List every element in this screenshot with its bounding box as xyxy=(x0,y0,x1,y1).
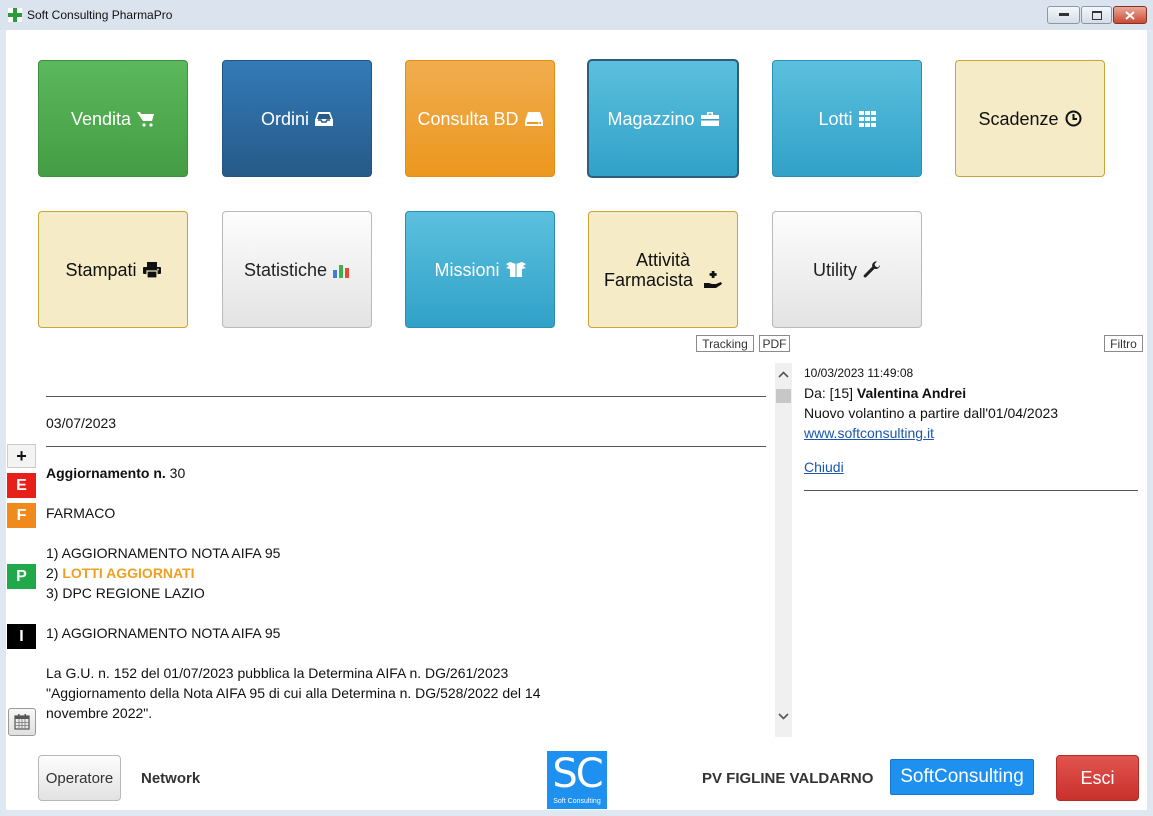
tile-missioni[interactable]: Missioni xyxy=(405,211,555,328)
calendar-icon xyxy=(14,714,30,730)
message-from-label: Da: [15] xyxy=(804,385,854,401)
news-detail-title: 1) AGGIORNAMENTO NOTA AIFA 95 xyxy=(46,625,281,641)
app-logo-icon xyxy=(8,8,22,22)
chevron-down-icon xyxy=(778,712,789,720)
logo-text: SC xyxy=(552,751,603,797)
tile-label: Ordini xyxy=(260,108,309,129)
news-body-line: "Aggiornamento della Nota AIFA 95 di cui… xyxy=(46,685,541,701)
message-close-link[interactable]: Chiudi xyxy=(804,459,844,475)
news-body-line: novembre 2022". xyxy=(46,705,153,721)
news-item-text: AGGIORNAMENTO NOTA AIFA 95 xyxy=(61,545,281,561)
message-sender: Da: [15] Valentina Andrei xyxy=(804,385,966,401)
minimize-icon xyxy=(1058,13,1069,16)
update-number: 30 xyxy=(169,465,186,481)
tile-magazzino[interactable]: Magazzino xyxy=(587,59,739,178)
filtro-button[interactable]: Filtro xyxy=(1104,335,1143,352)
clock-icon xyxy=(1065,110,1082,127)
divider xyxy=(804,490,1138,491)
news-item: 2) LOTTI AGGIORNATI xyxy=(46,565,195,581)
hdd-icon xyxy=(524,111,543,126)
soft-consulting-logo: SC Soft Consulting xyxy=(547,751,607,809)
message-text: Nuovo volantino a partire dall'01/04/202… xyxy=(804,405,1059,421)
divider xyxy=(46,446,766,447)
operatore-button[interactable]: Operatore xyxy=(38,755,121,801)
grid-icon xyxy=(858,110,876,127)
scroll-down-button[interactable] xyxy=(775,707,792,725)
divider xyxy=(46,396,766,397)
maximize-button[interactable] xyxy=(1081,6,1112,24)
badge-p[interactable]: P xyxy=(7,564,36,589)
box-open-icon xyxy=(505,262,526,277)
message-from-name: Valentina Andrei xyxy=(856,385,967,401)
news-item-num: 2) xyxy=(46,565,59,581)
news-item-num: 3) xyxy=(46,585,59,601)
hand-holding-medical-icon xyxy=(704,270,723,288)
bar-chart-icon xyxy=(333,264,350,278)
network-label: Network xyxy=(141,770,201,787)
tile-label: Lotti xyxy=(818,108,853,129)
message-timestamp: 10/03/2023 11:49:08 xyxy=(804,366,914,380)
news-item-text-highlight: LOTTI AGGIORNATI xyxy=(62,565,195,581)
expand-button[interactable]: + xyxy=(7,444,36,468)
update-label: Aggiornamento n. xyxy=(46,465,166,481)
news-item: 1) AGGIORNAMENTO NOTA AIFA 95 xyxy=(46,545,280,561)
cart-icon xyxy=(137,111,155,127)
calendar-button[interactable] xyxy=(8,708,36,736)
scroll-thumb[interactable] xyxy=(776,389,791,403)
tile-label-line1: Attività xyxy=(635,249,691,270)
badge-f[interactable]: F xyxy=(7,503,36,528)
tile-label: Scadenze xyxy=(978,108,1059,129)
softconsulting-button[interactable]: SoftConsulting xyxy=(890,759,1034,795)
close-window-button[interactable] xyxy=(1113,6,1147,24)
news-item-num: 1) xyxy=(46,545,59,561)
badge-e[interactable]: E xyxy=(7,473,36,498)
wrench-icon xyxy=(863,260,880,277)
tile-label: Magazzino xyxy=(607,108,695,129)
inbox-icon xyxy=(315,111,333,126)
tile-consulta-bd[interactable]: Consulta BD xyxy=(405,60,555,177)
close-icon xyxy=(1125,10,1135,20)
pdf-button[interactable]: PDF xyxy=(759,335,790,352)
pv-label: PV FIGLINE VALDARNO xyxy=(702,770,874,787)
tile-vendita[interactable]: Vendita xyxy=(38,60,188,177)
tile-lotti[interactable]: Lotti xyxy=(772,60,922,177)
print-icon xyxy=(142,261,161,278)
tile-label: Statistiche xyxy=(243,259,328,280)
briefcase-icon xyxy=(700,111,719,126)
scroll-up-button[interactable] xyxy=(775,365,792,383)
tile-label: Vendita xyxy=(70,108,132,129)
tile-attivita-farmacista[interactable]: Attività Farmacista xyxy=(588,211,738,328)
tile-label: Utility xyxy=(813,259,857,280)
news-body-line: La G.U. n. 152 del 01/07/2023 pubblica l… xyxy=(46,665,509,681)
chevron-up-icon xyxy=(778,370,789,378)
logo-subtext: Soft Consulting xyxy=(553,798,601,805)
message-link[interactable]: www.softconsulting.it xyxy=(804,425,934,441)
tile-utility[interactable]: Utility xyxy=(772,211,922,328)
esci-button[interactable]: Esci xyxy=(1056,755,1139,801)
tile-label: Stampati xyxy=(65,259,137,280)
tile-label: Consulta BD xyxy=(417,108,519,129)
tile-label-line2: Farmacista xyxy=(603,269,693,290)
tile-label: Attività Farmacista xyxy=(603,249,723,290)
maximize-icon xyxy=(1091,10,1102,20)
news-date: 03/07/2023 xyxy=(46,415,117,431)
news-section: FARMACO xyxy=(46,505,116,521)
badge-i[interactable]: I xyxy=(7,624,36,649)
title-bar: Soft Consulting PharmaPro xyxy=(0,0,1153,30)
tile-label-line2-wrap: Farmacista xyxy=(603,269,723,290)
minimize-button[interactable] xyxy=(1047,6,1080,24)
news-scrollbar[interactable] xyxy=(775,363,792,737)
update-heading: Aggiornamento n. 30 xyxy=(46,465,185,481)
window-title: Soft Consulting PharmaPro xyxy=(27,8,173,22)
tile-statistiche[interactable]: Statistiche xyxy=(222,211,372,328)
tracking-button[interactable]: Tracking xyxy=(696,335,754,352)
tile-label: Missioni xyxy=(434,259,500,280)
tile-ordini[interactable]: Ordini xyxy=(222,60,372,177)
news-item-text: DPC REGIONE LAZIO xyxy=(62,585,205,601)
tile-stampati[interactable]: Stampati xyxy=(38,211,188,328)
news-item: 3) DPC REGIONE LAZIO xyxy=(46,585,205,601)
tile-scadenze[interactable]: Scadenze xyxy=(955,60,1105,177)
